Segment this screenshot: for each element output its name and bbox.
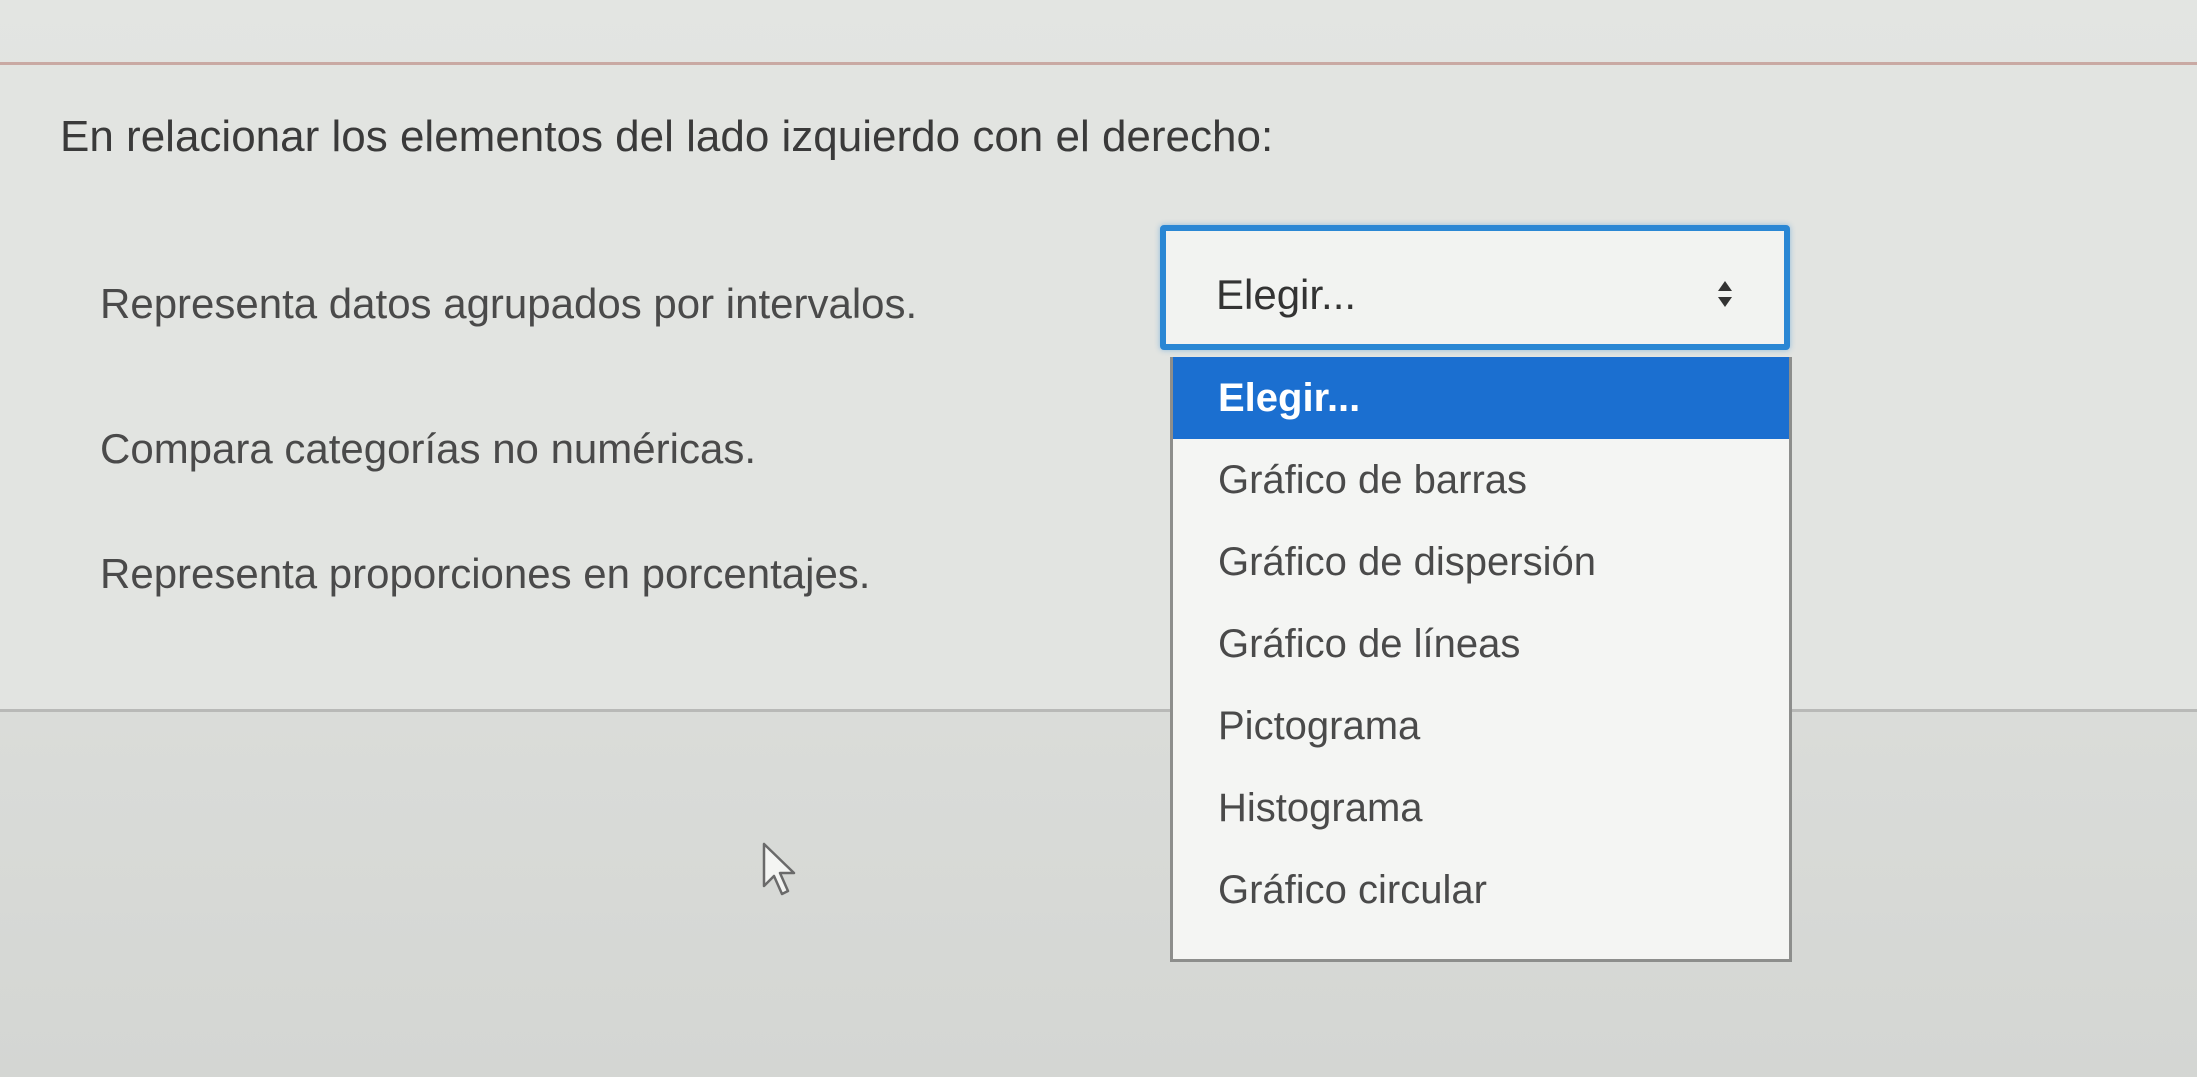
dropdown-option-elegir[interactable]: Elegir... [1173, 357, 1789, 439]
match-item-2-label: Compara categorías no numéricas. [100, 425, 756, 472]
question-container [0, 72, 2197, 712]
dropdown-option-grafico-de-dispersion[interactable]: Gráfico de dispersión [1173, 521, 1789, 603]
dropdown-option-histograma[interactable]: Histograma [1173, 767, 1789, 849]
match-item-3-label: Representa proporciones en porcentajes. [100, 550, 871, 597]
answer-dropdown-list: Elegir... Gráfico de barras Gráfico de d… [1170, 357, 1792, 962]
dropdown-option-grafico-de-barras[interactable]: Gráfico de barras [1173, 439, 1789, 521]
answer-select-value: Elegir... [1216, 271, 1357, 318]
dropdown-option-grafico-de-lineas[interactable]: Gráfico de líneas [1173, 603, 1789, 685]
dropdown-option-grafico-circular[interactable]: Gráfico circular [1173, 849, 1789, 931]
mouse-pointer-icon [762, 842, 796, 896]
answer-select[interactable]: Elegir... [1160, 225, 1790, 350]
top-divider [0, 62, 2197, 65]
page: En relacionar los elementos del lado izq… [0, 0, 2197, 1077]
dropdown-option-pictograma[interactable]: Pictograma [1173, 685, 1789, 767]
up-down-arrows-icon [1718, 281, 1732, 307]
question-prompt: En relacionar los elementos del lado izq… [60, 112, 1274, 161]
match-item-1-label: Representa datos agrupados por intervalo… [100, 280, 918, 327]
